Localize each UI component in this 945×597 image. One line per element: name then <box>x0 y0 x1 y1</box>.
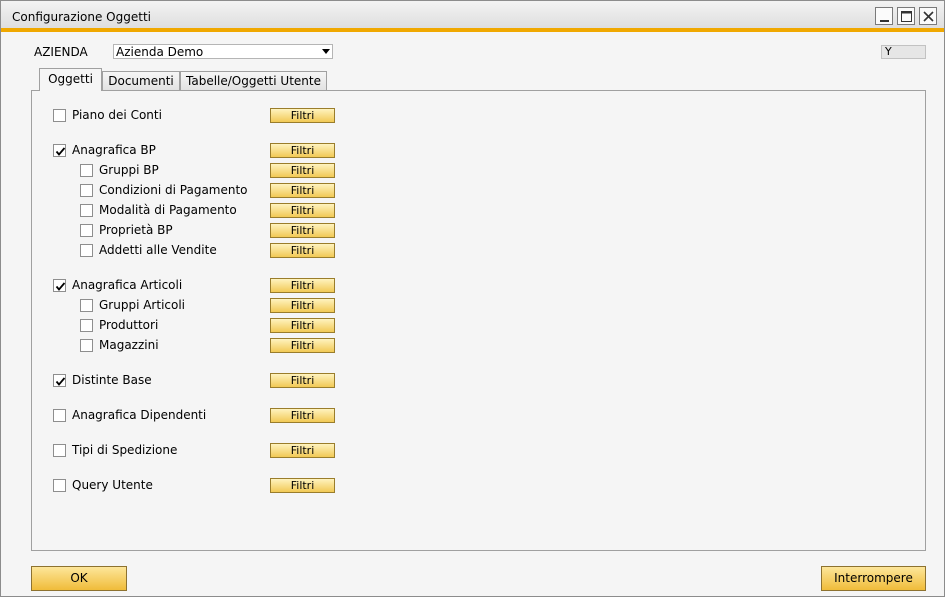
filtri-button[interactable]: Filtri <box>270 143 335 158</box>
checkmark-icon <box>55 377 66 386</box>
object-checkbox[interactable] <box>53 109 66 122</box>
filtri-button[interactable]: Filtri <box>270 243 335 258</box>
object-row: Distinte Base Filtri <box>32 373 432 388</box>
filtri-button[interactable]: Filtri <box>270 478 335 493</box>
checkmark-icon <box>55 147 66 156</box>
object-row: Magazzini Filtri <box>32 338 432 353</box>
object-label: Anagrafica Dipendenti <box>72 408 207 422</box>
filtri-button[interactable]: Filtri <box>270 163 335 178</box>
object-checkbox[interactable] <box>53 444 66 457</box>
maximize-button[interactable] <box>897 7 915 25</box>
object-row: Anagrafica Dipendenti Filtri <box>32 408 432 423</box>
object-label: Anagrafica BP <box>72 143 156 157</box>
filtri-button[interactable]: Filtri <box>270 203 335 218</box>
object-label: Modalità di Pagamento <box>99 203 237 217</box>
object-label: Magazzini <box>99 338 159 352</box>
object-checkbox[interactable] <box>53 374 66 387</box>
company-label: AZIENDA <box>34 45 88 59</box>
object-row: Piano dei Conti Filtri <box>32 108 432 123</box>
object-checkbox[interactable] <box>80 319 93 332</box>
tab-documenti[interactable]: Documenti <box>102 71 180 91</box>
title-bar[interactable]: Configurazione Oggetti <box>1 1 944 31</box>
y-field: Y <box>881 45 926 59</box>
filtri-button[interactable]: Filtri <box>270 318 335 333</box>
object-label: Piano dei Conti <box>72 108 162 122</box>
window-title: Configurazione Oggetti <box>12 10 151 24</box>
object-row: Gruppi Articoli Filtri <box>32 298 432 313</box>
object-row: Condizioni di Pagamento Filtri <box>32 183 432 198</box>
object-row: Proprietà BP Filtri <box>32 223 432 238</box>
company-dropdown[interactable]: Azienda Demo <box>113 44 333 59</box>
tab-oggetti[interactable]: Oggetti <box>39 68 102 91</box>
configurazione-oggetti-window: Configurazione Oggetti AZIENDA Azienda D… <box>0 0 945 597</box>
object-label: Tipi di Spedizione <box>72 443 178 457</box>
object-checkbox[interactable] <box>80 204 93 217</box>
filtri-button[interactable]: Filtri <box>270 338 335 353</box>
object-checkbox[interactable] <box>53 279 66 292</box>
maximize-icon <box>901 11 912 22</box>
object-row: Produttori Filtri <box>32 318 432 333</box>
object-row: Query Utente Filtri <box>32 478 432 493</box>
filtri-button[interactable]: Filtri <box>270 183 335 198</box>
object-label: Proprietà BP <box>99 223 173 237</box>
object-label: Condizioni di Pagamento <box>99 183 248 197</box>
object-label: Gruppi BP <box>99 163 159 177</box>
minimize-button[interactable] <box>875 7 893 25</box>
object-label: Distinte Base <box>72 373 152 387</box>
close-button[interactable] <box>919 7 937 25</box>
object-label: Anagrafica Articoli <box>72 278 183 292</box>
object-checkbox[interactable] <box>80 299 93 312</box>
object-row: Modalità di Pagamento Filtri <box>32 203 432 218</box>
filtri-button[interactable]: Filtri <box>270 373 335 388</box>
object-row: Gruppi BP Filtri <box>32 163 432 178</box>
close-icon <box>923 11 934 22</box>
filtri-button[interactable]: Filtri <box>270 408 335 423</box>
title-accent-stripe <box>1 28 944 32</box>
oggetti-panel: Piano dei Conti Filtri Anagrafica BP Filtri… <box>31 90 926 551</box>
checkmark-icon <box>55 282 66 291</box>
object-checkbox[interactable] <box>80 164 93 177</box>
object-row: Tipi di Spedizione Filtri <box>32 443 432 458</box>
filtri-button[interactable]: Filtri <box>270 278 335 293</box>
filtri-button[interactable]: Filtri <box>270 443 335 458</box>
object-checkbox[interactable] <box>80 184 93 197</box>
y-field-value: Y <box>885 45 892 58</box>
chevron-down-icon <box>322 49 330 54</box>
filtri-button[interactable]: Filtri <box>270 223 335 238</box>
minimize-icon <box>880 20 889 22</box>
company-dropdown-value: Azienda Demo <box>116 45 204 59</box>
tab-tabelle-oggetti-utente[interactable]: Tabelle/Oggetti Utente <box>180 71 327 91</box>
cancel-button[interactable]: Interrompere <box>821 566 926 591</box>
object-label: Gruppi Articoli <box>99 298 186 312</box>
object-checkbox[interactable] <box>80 244 93 257</box>
object-checkbox[interactable] <box>53 409 66 422</box>
filtri-button[interactable]: Filtri <box>270 298 335 313</box>
filtri-button[interactable]: Filtri <box>270 108 335 123</box>
object-label: Addetti alle Vendite <box>99 243 217 257</box>
object-row: Addetti alle Vendite Filtri <box>32 243 432 258</box>
object-row: Anagrafica Articoli Filtri <box>32 278 432 293</box>
object-label: Query Utente <box>72 478 153 492</box>
object-label: Produttori <box>99 318 159 332</box>
object-checkbox[interactable] <box>53 479 66 492</box>
object-row: Anagrafica BP Filtri <box>32 143 432 158</box>
object-checkbox[interactable] <box>53 144 66 157</box>
object-checkbox[interactable] <box>80 224 93 237</box>
object-checkbox[interactable] <box>80 339 93 352</box>
ok-button[interactable]: OK <box>31 566 127 591</box>
